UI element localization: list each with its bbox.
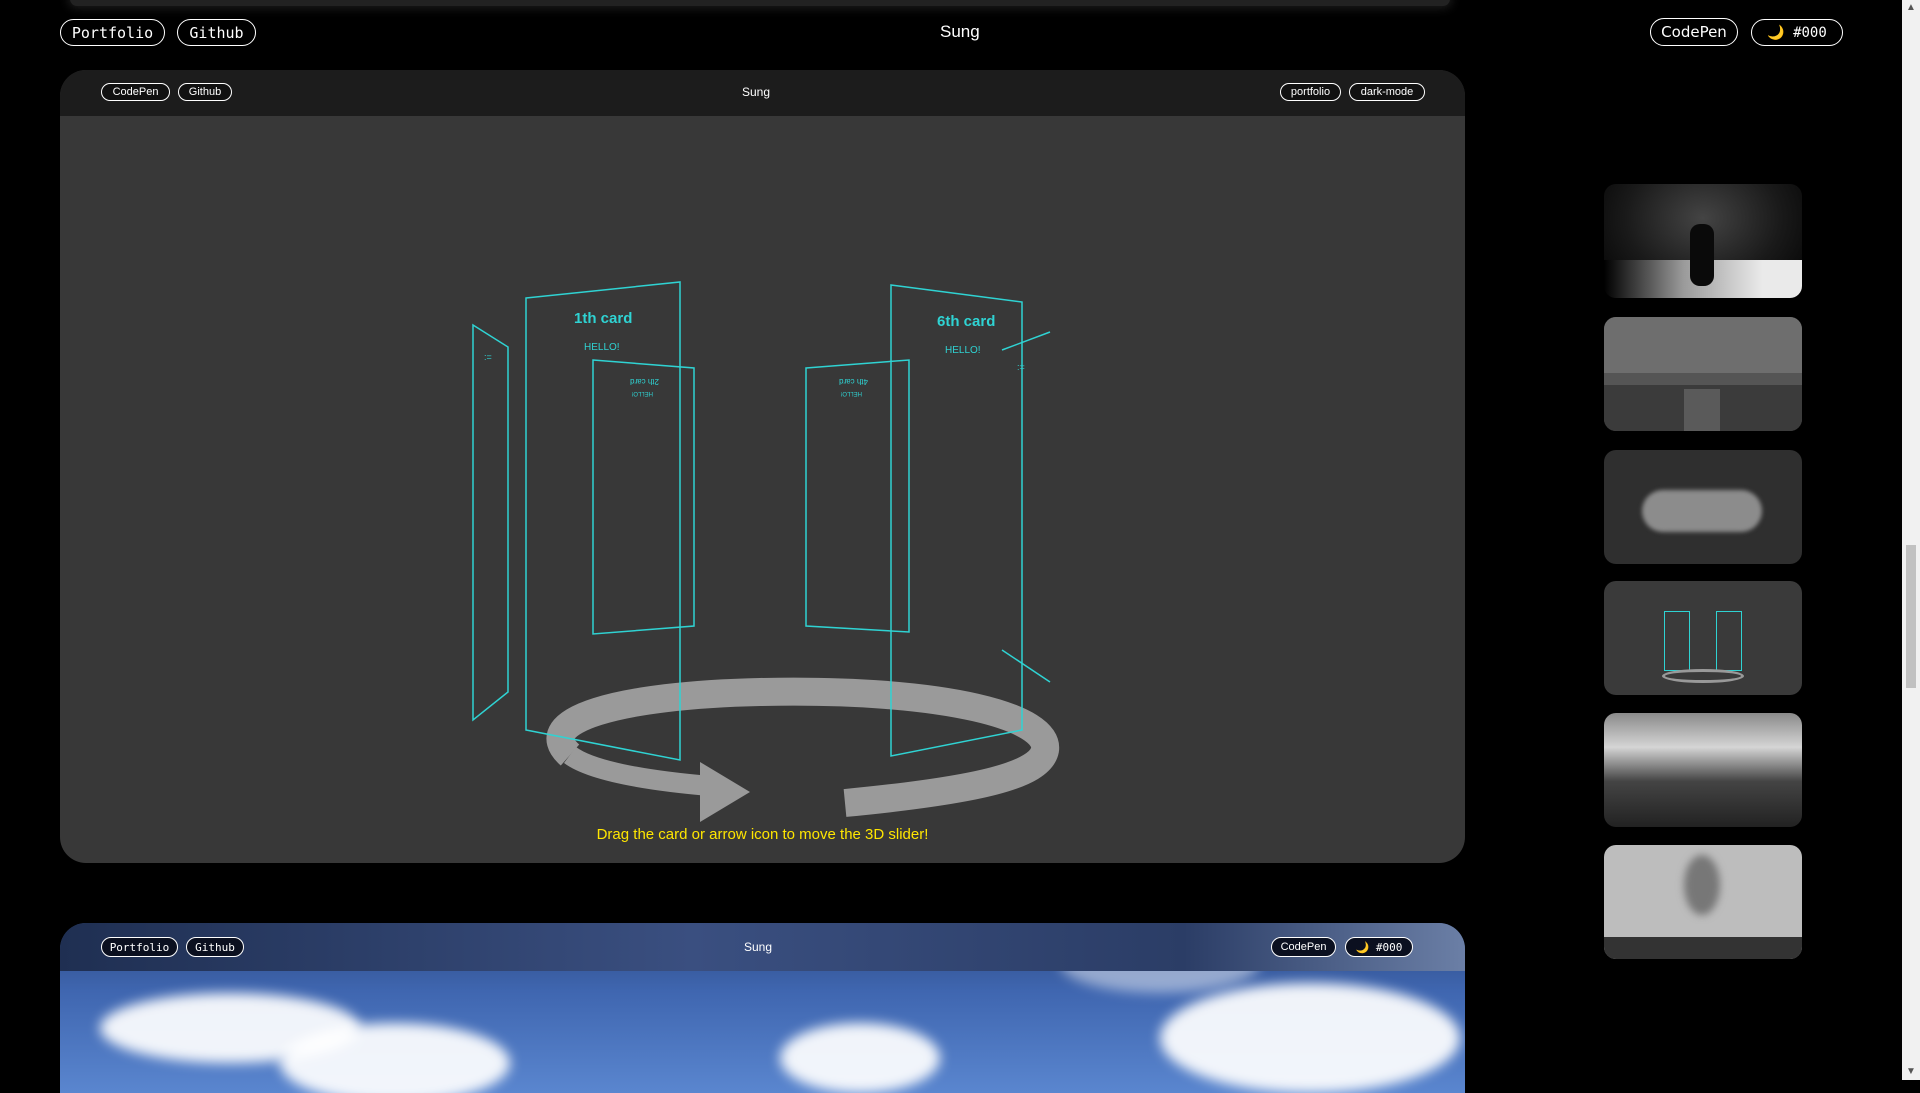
card-6-text: HELLO!: [945, 345, 981, 356]
card-back-right[interactable]: [805, 359, 910, 633]
scroll-down-arrow-icon[interactable]: ▼: [1906, 1066, 1916, 1077]
card-1-title: 1th card: [574, 310, 632, 327]
demo-frame-3d-slider: CodePen Github Sung portfolio dark-mode …: [60, 70, 1465, 863]
scrollbar-thumb[interactable]: [1906, 545, 1916, 688]
drag-hint-text: Drag the card or arrow icon to move the …: [596, 826, 929, 843]
portfolio-button[interactable]: Portfolio: [60, 19, 165, 46]
frame-title: Sung: [744, 940, 773, 954]
frame-theme-toggle-button[interactable]: 🌙 #000: [1345, 937, 1413, 957]
github-button[interactable]: Github: [177, 19, 256, 46]
smoke-shape: [1684, 855, 1720, 915]
codepen-button[interactable]: CodePen: [1650, 18, 1738, 46]
card-6-title: 6th card: [937, 313, 995, 330]
thumb-card: [1716, 611, 1742, 671]
back-right-card-text: HELLO!: [840, 390, 862, 396]
top-shadow: [70, 0, 1450, 6]
cloud-shape: [280, 1023, 510, 1093]
card-back-left[interactable]: [592, 359, 695, 635]
card-1-text: HELLO!: [584, 342, 620, 353]
back-left-card-title: 2th card: [630, 377, 659, 386]
cloud-shape: [780, 1023, 940, 1093]
site-title: Sung: [940, 22, 980, 41]
back-left-card-text: HELLO!: [631, 390, 653, 396]
thumbnail-ground: [1604, 937, 1802, 959]
thumbnail-panel: [1604, 317, 1802, 373]
thumbnail-game-ui[interactable]: [1604, 317, 1802, 431]
scroll-up-arrow-icon[interactable]: ▲: [1906, 2, 1916, 13]
ring-arrow-icon[interactable]: [546, 677, 1060, 822]
frame-github-button[interactable]: Github: [186, 937, 244, 957]
thumb-card: [1664, 611, 1690, 671]
frame-portfolio-button[interactable]: Portfolio: [101, 937, 178, 957]
far-right-card-mark: :=: [1017, 362, 1025, 372]
card-far-left[interactable]: [472, 323, 509, 722]
page-scrollbar[interactable]: ▲ ▼: [1902, 0, 1920, 1080]
thumbnail-item: [1684, 389, 1720, 431]
thumb-ring: [1662, 669, 1744, 683]
cloud-text-shape: [1642, 490, 1762, 532]
3d-slider-scene[interactable]: := 1th card HELLO! 2th card HELLO! 4th c…: [60, 70, 1465, 863]
thumbnail-3d-slider[interactable]: [1604, 581, 1802, 695]
card-far-right-top: [1001, 331, 1051, 351]
far-left-card-mark: :=: [484, 352, 492, 362]
thumbnail-smoke[interactable]: [1604, 845, 1802, 959]
demo-frame-sky: Portfolio Github Sung CodePen 🌙 #000: [60, 923, 1465, 1093]
thumbnail-sky-clouds[interactable]: [1604, 713, 1802, 827]
back-right-card-title: 4th card: [839, 377, 868, 386]
theme-toggle-button[interactable]: 🌙 #000: [1751, 19, 1843, 46]
motorcycle-icon: [1690, 224, 1714, 286]
thumbnail-cloud-text[interactable]: [1604, 450, 1802, 564]
thumbnail-motorcycle[interactable]: [1604, 184, 1802, 298]
frame-codepen-button[interactable]: CodePen: [1271, 937, 1336, 957]
card-far-right-bottom: [1001, 649, 1051, 683]
cloud-shape: [1160, 983, 1460, 1093]
